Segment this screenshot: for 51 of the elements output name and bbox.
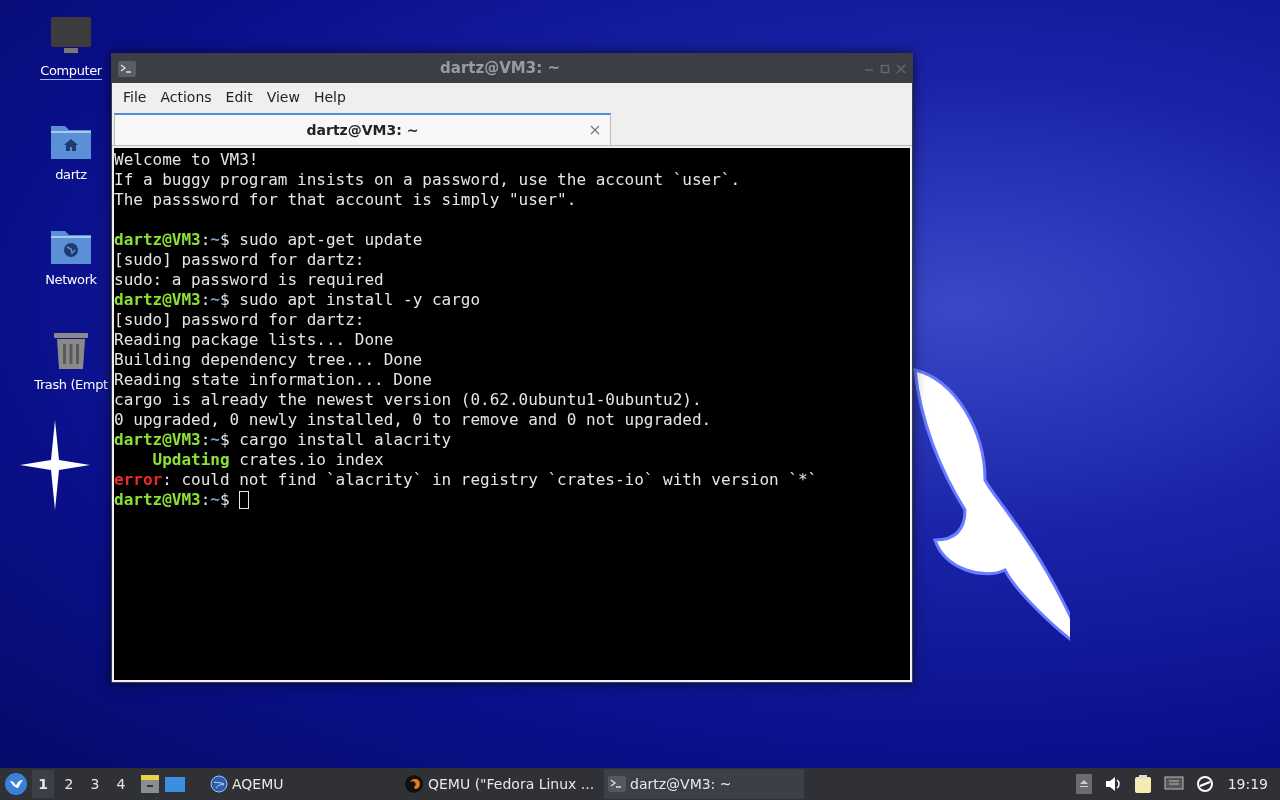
terminal-line: 0 upgraded, 0 newly installed, 0 to remove and 0 not upgraded. xyxy=(114,410,712,430)
workspace-button[interactable]: 2 xyxy=(58,770,80,798)
close-icon[interactable] xyxy=(590,125,600,135)
qemu-logo-icon xyxy=(404,774,424,794)
terminal-line: If a buggy program insists on a password, use the account `user`. xyxy=(114,170,741,190)
terminal-line: Updating crates.io index xyxy=(151,450,384,470)
taskbar-task[interactable]: dartz@VM3: ~ xyxy=(604,769,804,799)
terminal-icon xyxy=(118,60,136,77)
terminal-line: Reading package lists... Done xyxy=(114,330,394,350)
terminal-line: dartz@VM3:~$ xyxy=(114,490,231,510)
terminal-icon xyxy=(608,776,626,792)
clock[interactable]: 19:19 xyxy=(1227,773,1268,795)
workspace-button[interactable]: 4 xyxy=(110,770,132,798)
terminal-line: error: could not find `alacrity` in registry `crates-io` with version `*` xyxy=(114,470,818,490)
workspace-button[interactable]: 3 xyxy=(84,770,106,798)
terminal-line: dartz@VM3:~$ cargo install alacrity xyxy=(114,430,452,450)
terminal-line: Building dependency tree... Done xyxy=(114,350,423,370)
speaker-icon[interactable] xyxy=(1103,775,1122,793)
terminal-line: dartz@VM3:~$ sudo apt-get update xyxy=(114,230,423,250)
tab-label: dartz@VM3: ~ xyxy=(305,120,420,140)
window-title: dartz@VM3: ~ xyxy=(439,58,561,80)
trash-icon xyxy=(53,330,89,370)
terminal-line: The passsword for that account is simply "user". xyxy=(114,190,577,210)
globe-icon xyxy=(210,775,228,793)
menu-item[interactable]: View xyxy=(259,87,307,108)
eject-icon[interactable] xyxy=(1075,774,1092,794)
terminal-line: Welcome to VM3! xyxy=(114,150,259,170)
terminal-line: sudo: a password is required xyxy=(114,270,384,290)
terminal-line: cargo is already the newest version (0.62.0ubuntu1-0ubuntu2). xyxy=(114,390,702,410)
start-menu-icon[interactable] xyxy=(4,772,28,796)
workspace-button[interactable]: 1 xyxy=(32,770,54,798)
terminal-line: [sudo] password for dartz: xyxy=(114,250,365,270)
taskbar-task[interactable]: QEMU ("Fedora Linux ... xyxy=(400,769,600,799)
file-cabinet-icon[interactable] xyxy=(140,774,160,794)
network-icon[interactable] xyxy=(1163,775,1184,793)
menu-item[interactable]: Help xyxy=(306,87,353,108)
desktop-icon-label[interactable]: dartz xyxy=(55,166,87,183)
desktop-icon-label[interactable]: Computer xyxy=(40,62,102,80)
desktop-icon[interactable] xyxy=(164,774,186,794)
terminal-line: Reading state information... Done xyxy=(114,370,432,390)
menu-item[interactable]: Edit xyxy=(218,87,260,108)
monitor-icon xyxy=(50,16,92,56)
clipboard-icon[interactable] xyxy=(1133,774,1152,794)
menu-item[interactable]: Actions xyxy=(153,87,219,108)
desktop-icon-label[interactable]: Network xyxy=(45,271,97,288)
menu-item[interactable]: File xyxy=(116,87,154,108)
desktop-icon-label[interactable]: Trash (Empt xyxy=(34,376,108,393)
terminal-tab[interactable]: dartz@VM3: ~ xyxy=(114,113,611,145)
taskbar-task[interactable]: AQEMU xyxy=(206,769,396,799)
terminal-line: [sudo] password for dartz: xyxy=(114,310,365,330)
terminal-line: dartz@VM3:~$ sudo apt install -y cargo xyxy=(114,290,481,310)
